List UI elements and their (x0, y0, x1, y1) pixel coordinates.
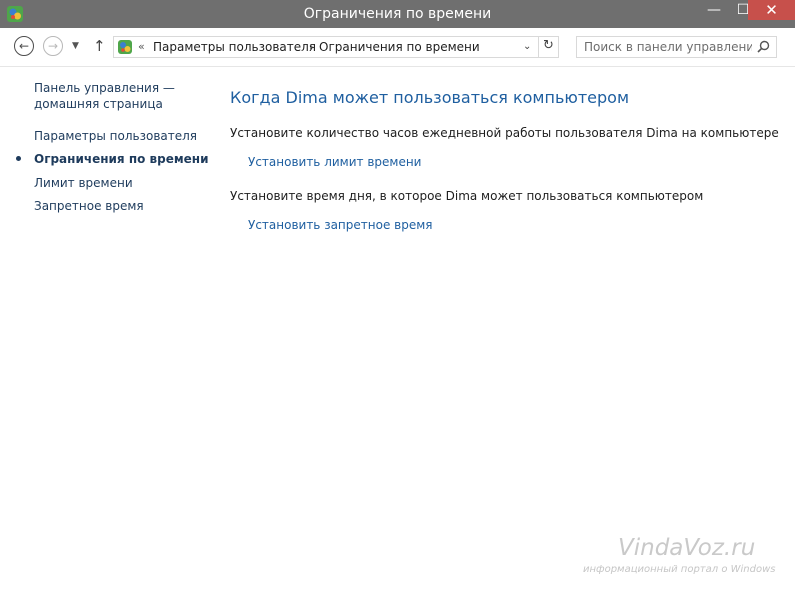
refresh-icon: ↻ (543, 38, 554, 53)
time-limit-description: Установите количество часов ежедневной р… (230, 126, 779, 140)
sidebar-item-time-limits[interactable]: Ограничения по времени (34, 151, 209, 167)
chevron-down-icon: ⌄ (523, 41, 532, 52)
address-divider (538, 37, 539, 57)
back-button[interactable]: ← (14, 36, 34, 56)
refresh-button[interactable]: ↻ (543, 38, 554, 53)
sidebar-home-line1: Панель управления — (34, 81, 175, 95)
breadcrumb-time-limits[interactable]: Ограничения по времени (319, 40, 480, 54)
up-button[interactable]: ↑ (93, 37, 106, 55)
close-button[interactable]: ✕ (748, 0, 795, 20)
arrow-left-icon: ← (18, 39, 30, 53)
address-history-button[interactable]: ⌄ (523, 41, 531, 52)
minimize-button[interactable]: — (700, 0, 728, 20)
current-page-bullet (16, 156, 21, 161)
address-overflow-button[interactable]: « (138, 40, 145, 53)
set-time-limit-link[interactable]: Установить лимит времени (248, 155, 421, 169)
arrow-up-icon: ↑ (93, 37, 106, 55)
navigation-toolbar: ← → ▼ ↑ « Параметры пользователя › Огран… (0, 28, 795, 67)
page-heading: Когда Dima может пользоваться компьютеро… (230, 88, 630, 107)
sidebar-home-line2: домашняя страница (34, 97, 163, 111)
set-blocked-time-link[interactable]: Установить запретное время (248, 218, 433, 232)
sidebar-item-blocked-time[interactable]: Запретное время (34, 198, 144, 214)
title-bar: Ограничения по времени — ☐ ✕ (0, 0, 795, 28)
control-panel-icon (118, 40, 132, 54)
window-title: Ограничения по времени (303, 6, 492, 22)
forward-button[interactable]: → (43, 36, 63, 56)
sidebar-item-user-settings[interactable]: Параметры пользователя (34, 128, 197, 144)
address-bar[interactable]: « Параметры пользователя › Ограничения п… (113, 36, 559, 58)
breadcrumb-user-accounts[interactable]: Параметры пользователя (153, 40, 316, 54)
watermark-tagline: информационный портал о Windows (583, 564, 776, 575)
search-box[interactable] (576, 36, 777, 58)
recent-locations-button[interactable]: ▼ (72, 41, 79, 51)
search-icon[interactable] (757, 40, 770, 53)
watermark-logo: VindaVoz.ru (618, 535, 756, 561)
sidebar-item-time-limit[interactable]: Лимит времени (34, 175, 133, 191)
search-input[interactable] (577, 37, 752, 57)
sidebar-control-panel-home[interactable]: Панель управления — домашняя страница (34, 80, 175, 112)
chevron-down-icon: ▼ (72, 41, 79, 51)
arrow-right-icon: → (47, 39, 59, 53)
blocked-time-description: Установите время дня, в которое Dima мож… (230, 189, 704, 203)
breadcrumb-separator[interactable]: › (309, 40, 313, 53)
